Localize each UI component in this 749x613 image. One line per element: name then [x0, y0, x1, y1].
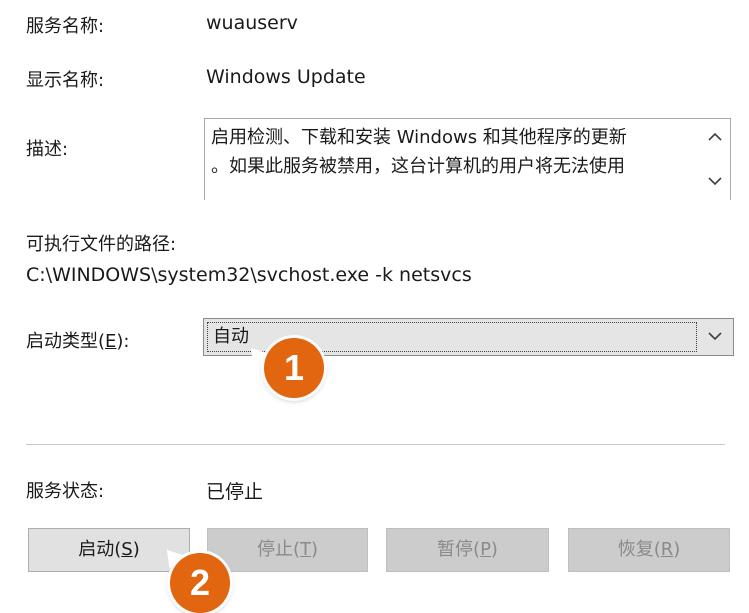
stop-button[interactable]: 停止(T): [207, 528, 368, 572]
pause-button-text: 暂停(: [437, 539, 481, 560]
startup-type-selected-value: 自动: [213, 326, 249, 347]
chevron-down-icon[interactable]: [697, 319, 733, 355]
service-name-value: wuauserv: [206, 12, 298, 34]
startup-type-accesskey: E: [105, 331, 117, 352]
description-textbox[interactable]: 启用检测、下载和安装 Windows 和其他程序的更新 。如果此服务被禁用，这台…: [204, 118, 731, 201]
description-scrollbar[interactable]: [700, 119, 730, 201]
executable-path-label: 可执行文件的路径:: [26, 234, 177, 255]
description-text: 启用检测、下载和安装 Windows 和其他程序的更新 。如果此服务被禁用，这台…: [211, 123, 697, 181]
start-button-accesskey: S: [121, 539, 133, 560]
description-line-2: 。如果此服务被禁用，这台计算机的用户将无法使用: [211, 156, 625, 177]
start-button-end: ): [132, 539, 140, 560]
stop-button-text: 停止(: [256, 539, 300, 560]
executable-path-value: C:\WINDOWS\system32\svchost.exe -k netsv…: [26, 264, 472, 286]
service-status-value: 已停止: [206, 481, 264, 503]
resume-button-text: 恢复(: [617, 539, 661, 560]
service-status-label: 服务状态:: [26, 481, 105, 502]
display-name-label: 显示名称:: [26, 70, 105, 91]
scroll-down-icon[interactable]: [700, 169, 730, 195]
stop-button-end: ): [311, 539, 319, 560]
section-divider: [26, 444, 725, 445]
scroll-up-icon[interactable]: [700, 125, 730, 151]
description-line-1: 启用检测、下载和安装 Windows 和其他程序的更新: [211, 127, 627, 148]
pause-button-end: ): [490, 539, 498, 560]
startup-type-label-end: ):: [116, 331, 130, 352]
pause-button[interactable]: 暂停(P): [386, 528, 549, 572]
resume-button-end: ): [673, 539, 681, 560]
step-1-badge: 1: [264, 338, 324, 398]
pause-button-accesskey: P: [480, 539, 491, 560]
start-button-text: 启动(: [78, 539, 122, 560]
startup-type-label-text: 启动类型(: [26, 331, 106, 352]
service-name-label: 服务名称:: [26, 16, 105, 37]
startup-type-label: 启动类型(E):: [26, 327, 130, 353]
display-name-value: Windows Update: [206, 66, 366, 88]
resume-button-accesskey: R: [660, 539, 674, 560]
resume-button[interactable]: 恢复(R): [568, 528, 730, 572]
stop-button-accesskey: T: [300, 539, 311, 560]
step-2-badge: 2: [170, 553, 230, 613]
description-label: 描述:: [26, 139, 69, 160]
